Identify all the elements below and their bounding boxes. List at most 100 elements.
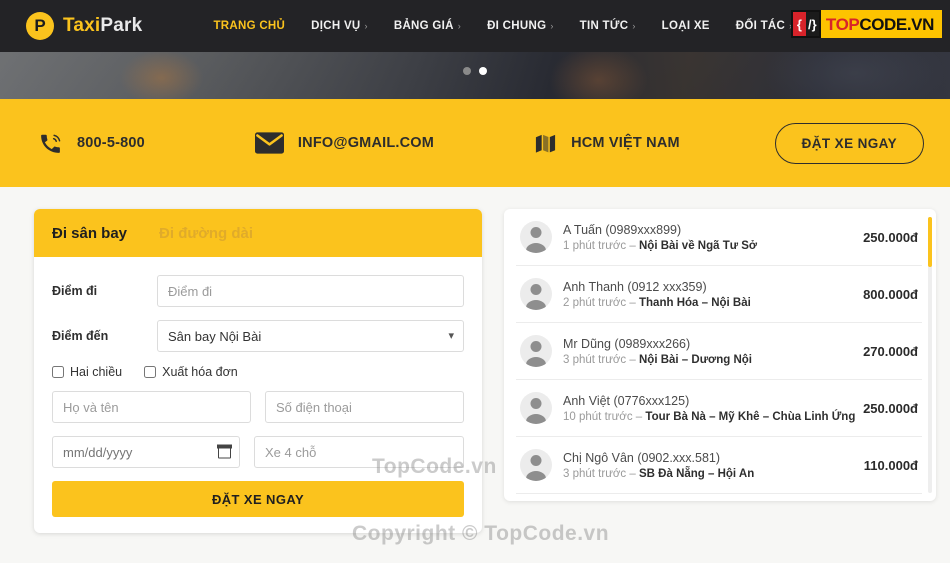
avatar [520, 449, 552, 481]
table-row[interactable]: Chị Ngô Vân (0902.xxx.581) 3 phút trước … [516, 437, 922, 494]
nav-label: TRANG CHỦ [213, 20, 286, 32]
chevron-right-icon: › [457, 21, 462, 31]
booking-route: Nội Bài – Dương Nội [639, 353, 752, 366]
phone-icon [38, 131, 63, 156]
carousel-dot-2[interactable] [479, 67, 487, 75]
booking-separator: – [629, 353, 636, 366]
carousel-dots [0, 67, 950, 75]
table-row[interactable]: Anh Việt (0776xxx125) 10 phút trước – To… [516, 380, 922, 437]
destination-select[interactable]: Sân bay Nội Bài [157, 320, 464, 352]
nav-item-di-chung[interactable]: ĐI CHUNG › [474, 20, 567, 32]
destination-select-wrap: Sân bay Nội Bài ▾ [157, 320, 464, 352]
booking-info: Mr Dũng (0989xxx266) 3 phút trước – Nội … [563, 337, 844, 366]
booking-time: 10 phút trước [563, 410, 633, 423]
car-type-input[interactable] [254, 436, 464, 468]
contact-email[interactable]: INFO@GMAIL.COM [254, 132, 434, 154]
booking-customer: Anh Việt (0776xxx125) [563, 393, 690, 408]
table-row[interactable]: Mr Dũng (0989xxx266) 3 phút trước – Nội … [516, 323, 922, 380]
booking-customer: Mr Dũng (0989xxx266) [563, 336, 691, 351]
nav-item-tin-tuc[interactable]: TIN TỨC › [567, 20, 649, 32]
table-row[interactable]: Anh Thanh (0912 xxx359) 2 phút trước – T… [516, 266, 922, 323]
tab-di-san-bay[interactable]: Đi sân bay [52, 225, 139, 242]
brand-name: TaxiPark [63, 15, 142, 37]
contact-phone[interactable]: 800-5-800 [38, 131, 145, 156]
nav-label: LOẠI XE [661, 20, 710, 32]
booking-time: 3 phút trước [563, 467, 627, 480]
origin-label: Điểm đi [52, 284, 98, 298]
booking-meta: 3 phút trước – SB Đà Nẵng – Hội An [563, 468, 845, 480]
tab-di-duong-dai[interactable]: Đi đường dài [159, 225, 265, 242]
brand-name-part2: Park [100, 15, 143, 36]
booking-separator: – [629, 239, 636, 252]
bracket-left: { [792, 12, 806, 36]
booking-meta: 1 phút trước – Nội Bài về Ngã Tư Sở [563, 240, 844, 252]
booking-info: A Tuấn (0989xxx899) 1 phút trước – Nội B… [563, 223, 844, 252]
envelope-icon [254, 132, 284, 154]
checkbox-hai-chieu[interactable]: Hai chiều [52, 365, 122, 379]
avatar [520, 392, 552, 424]
fullname-input[interactable] [52, 391, 251, 423]
booking-price: 270.000đ [863, 343, 918, 359]
contact-phone-label: 800-5-800 [77, 135, 145, 151]
form-body: Điểm đi Điểm đến Sân bay Nội Bài ▾ [34, 257, 482, 533]
booking-info: Chị Ngô Vân (0902.xxx.581) 3 phút trước … [563, 451, 845, 480]
nav-item-loai-xe[interactable]: LOẠI XE [649, 20, 723, 32]
phone-input[interactable] [265, 391, 464, 423]
chevron-right-icon: › [364, 21, 368, 31]
xuat-hoa-don-checkbox-input[interactable] [144, 366, 157, 378]
chevron-right-icon: › [550, 21, 554, 31]
booking-form-card: Đi sân bay Đi đường dài Điểm đi Điểm đến… [34, 209, 482, 533]
destination-label: Điểm đến [52, 329, 109, 343]
bookings-list: A Tuấn (0989xxx899) 1 phút trước – Nội B… [504, 209, 936, 501]
name-phone-row [52, 391, 464, 423]
hero-background-image [0, 52, 950, 99]
booking-customer: Anh Thanh (0912 xxx359) [563, 279, 707, 294]
chevron-right-icon: › [632, 21, 636, 31]
bookings-scrollbar-thumb[interactable] [928, 217, 932, 267]
checkbox-xuat-hoa-don[interactable]: Xuất hóa đơn [144, 365, 238, 379]
origin-input[interactable] [157, 275, 464, 307]
avatar [520, 221, 552, 253]
booking-separator: – [629, 467, 636, 480]
booking-route: Nội Bài về Ngã Tư Sở [639, 239, 758, 252]
map-icon [534, 132, 557, 155]
topcode-word-code: CODE.VN [859, 14, 934, 34]
nav-item-trang-chu[interactable]: TRANG CHỦ [200, 20, 298, 32]
main-content: Đi sân bay Đi đường dài Điểm đi Điểm đến… [0, 187, 950, 533]
hero-carousel [0, 52, 950, 99]
booking-price: 800.000đ [863, 286, 918, 302]
nav-label: BẢNG GIÁ [393, 20, 454, 32]
nav-item-dich-vu[interactable]: DỊCH VỤ › [298, 20, 381, 32]
booking-time: 2 phút trước [563, 296, 627, 309]
nav-label: ĐỐI TÁC [735, 20, 786, 32]
brand-logo[interactable]: P TaxiPark [26, 12, 142, 40]
booking-meta: 2 phút trước – Thanh Hóa – Nội Bài [563, 297, 844, 309]
recent-bookings-card: A Tuấn (0989xxx899) 1 phút trước – Nội B… [504, 209, 936, 501]
avatar [520, 278, 552, 310]
table-row[interactable]: A Tuấn (0989xxx899) 1 phút trước – Nội B… [516, 209, 922, 266]
booking-time: 1 phút trước [563, 239, 627, 252]
booking-info: Anh Thanh (0912 xxx359) 2 phút trước – T… [563, 280, 844, 309]
contactbar-book-now-button[interactable]: ĐẶT XE NGAY [774, 122, 924, 164]
bookings-scrollbar[interactable] [928, 217, 932, 493]
submit-booking-button[interactable]: ĐẶT XE NGAY [52, 481, 464, 517]
origin-row: Điểm đi [52, 275, 464, 307]
booking-separator: – [629, 296, 636, 309]
taxipark-logo-icon: P [26, 12, 54, 40]
top-navbar: P TaxiPark TRANG CHỦ DỊCH VỤ › BẢNG GIÁ … [0, 0, 950, 52]
contact-location[interactable]: HCM VIỆT NAM [534, 132, 680, 155]
form-tabs: Đi sân bay Đi đường dài [34, 209, 482, 257]
hai-chieu-label: Hai chiều [70, 365, 123, 379]
carousel-dot-1[interactable] [463, 67, 471, 75]
date-input[interactable] [52, 436, 240, 468]
nav-label: TIN TỨC [579, 20, 629, 32]
nav-item-bang-gia[interactable]: BẢNG GIÁ › [381, 20, 474, 32]
page-root: P TaxiPark TRANG CHỦ DỊCH VỤ › BẢNG GIÁ … [0, 0, 950, 563]
booking-price: 250.000đ [863, 400, 918, 416]
bracket-right: /} [805, 12, 819, 36]
topcode-watermark-badge[interactable]: { /} TOP CODE.VN [790, 10, 942, 38]
date-car-row [52, 436, 464, 468]
hai-chieu-checkbox-input[interactable] [52, 366, 64, 378]
avatar [520, 335, 552, 367]
booking-customer: A Tuấn (0989xxx899) [563, 222, 682, 237]
